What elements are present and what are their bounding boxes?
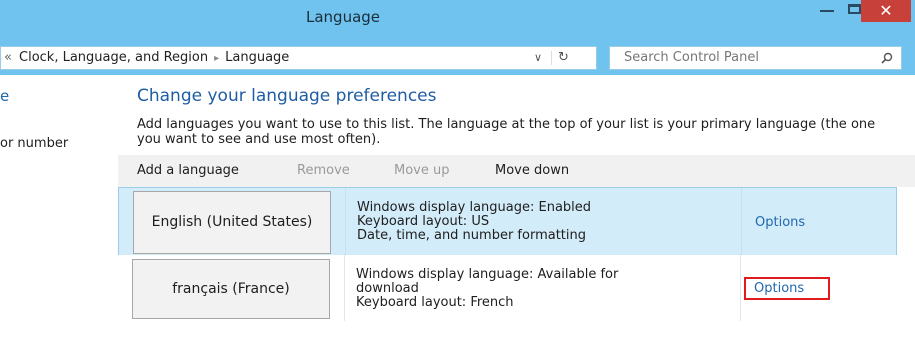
nav-link-partial[interactable]: e [0, 87, 9, 105]
language-row-english[interactable]: English (United States) Windows display … [118, 187, 897, 259]
left-navigation: e or number [0, 75, 118, 350]
keyboard-layout-info: Keyboard layout: US [357, 214, 490, 229]
address-bar[interactable]: « Clock, Language, and Region ▸ Language ∨… [0, 46, 597, 70]
display-language-status: Windows display language: Enabled [357, 200, 592, 215]
minimize-button[interactable] [820, 10, 834, 12]
search-icon[interactable] [881, 47, 893, 72]
formatting-info: Date, time, and number formatting [357, 228, 587, 243]
search-input[interactable]: Search Control Panel [609, 46, 902, 70]
options-highlight-box [744, 277, 830, 300]
window-title: Language [306, 8, 381, 26]
language-info: Windows display language: Available for … [356, 268, 618, 310]
breadcrumb: Clock, Language, and Region ▸ Language [19, 47, 289, 70]
breadcrumb-separator-icon[interactable]: ▸ [214, 53, 219, 64]
language-toolbar: Add a language Remove Move up Move down [118, 155, 915, 187]
column-divider [344, 255, 345, 321]
address-divider [551, 51, 552, 65]
remove-button[interactable]: Remove [297, 163, 350, 178]
nav-link-date-time-number[interactable]: or number [0, 136, 68, 151]
move-down-button[interactable]: Move down [495, 163, 569, 178]
move-up-button[interactable]: Move up [394, 163, 450, 178]
column-divider [741, 188, 742, 258]
address-dropdown-icon[interactable]: ∨ [534, 47, 542, 69]
keyboard-layout-info: Keyboard layout: French [356, 295, 514, 310]
language-info: Windows display language: Enabled Keyboa… [357, 201, 591, 243]
page-title: Change your language preferences [137, 86, 437, 106]
display-language-status: Windows display language: Available for [356, 267, 619, 282]
column-divider [345, 188, 346, 258]
close-button[interactable]: ✕ [861, 0, 911, 22]
refresh-icon[interactable]: ↻ [558, 47, 569, 69]
history-chevron-icon[interactable]: « [4, 47, 12, 69]
breadcrumb-language[interactable]: Language [225, 50, 289, 65]
column-divider [740, 255, 741, 321]
add-language-button[interactable]: Add a language [137, 163, 239, 178]
language-name-button[interactable]: English (United States) [133, 191, 331, 254]
page-description: Add languages you want to use to this li… [137, 117, 876, 147]
breadcrumb-clock-language-region[interactable]: Clock, Language, and Region [19, 50, 208, 65]
options-link[interactable]: Options [755, 215, 805, 230]
title-bar: Language ✕ [0, 0, 915, 40]
language-row-french[interactable]: français (France) Windows display langua… [118, 255, 897, 323]
maximize-button[interactable] [848, 4, 861, 14]
display-language-status-cont: download [356, 281, 419, 296]
language-name-button[interactable]: français (France) [132, 259, 330, 319]
search-placeholder: Search Control Panel [624, 50, 759, 65]
address-bar-area: « Clock, Language, and Region ▸ Language ∨… [0, 40, 915, 75]
